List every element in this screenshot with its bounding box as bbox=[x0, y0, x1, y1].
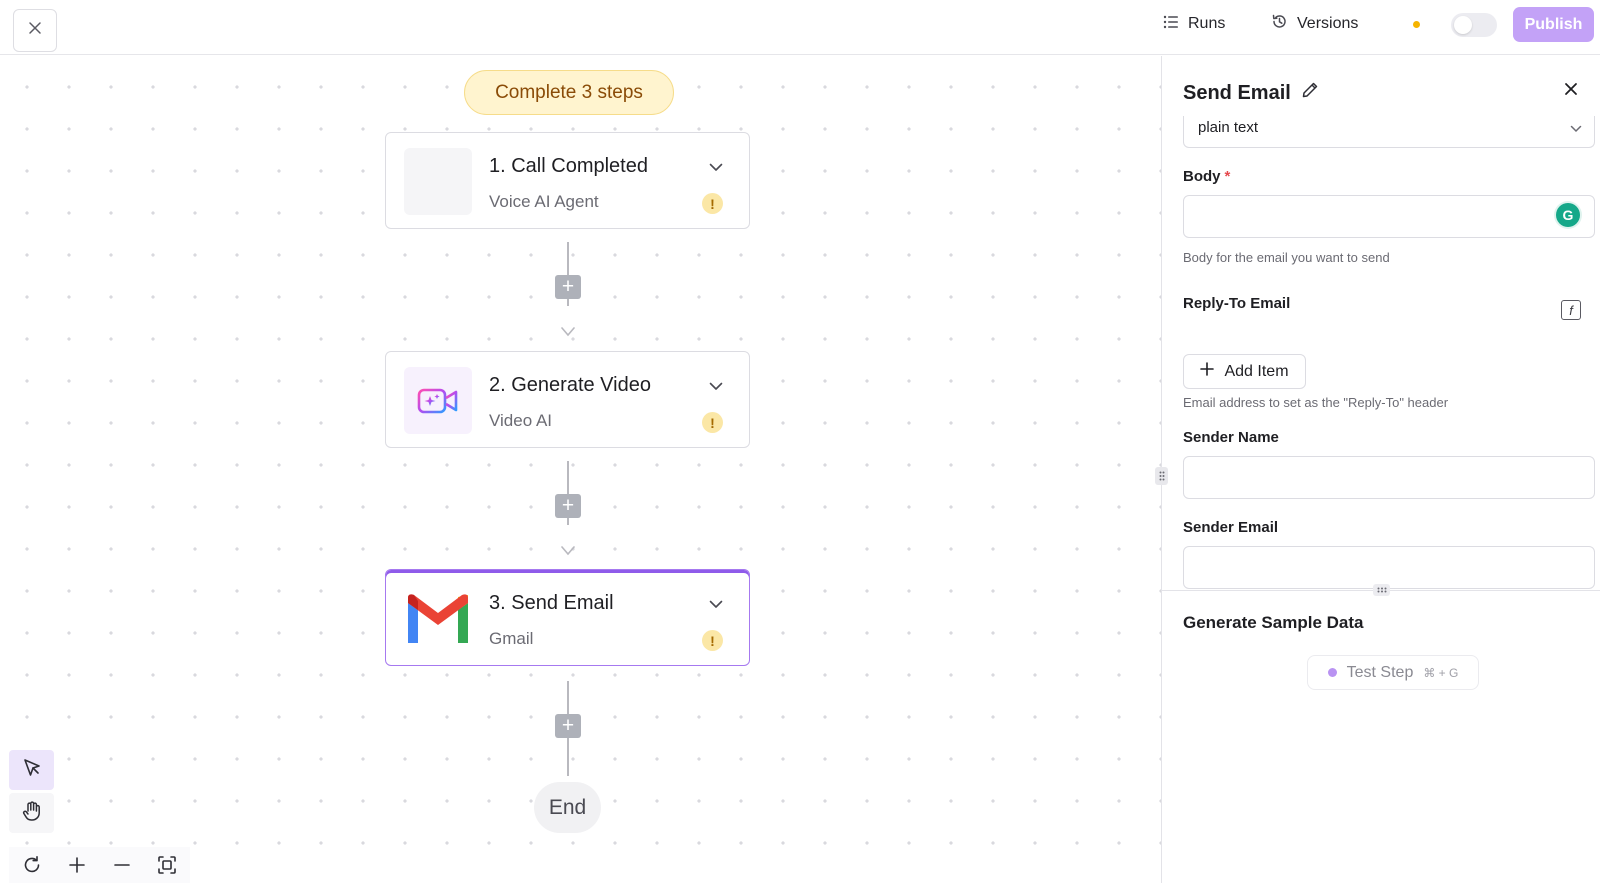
plus-icon bbox=[1200, 362, 1215, 381]
status-dot bbox=[1327, 668, 1337, 677]
versions-button[interactable]: Versions bbox=[1271, 12, 1358, 36]
add-item-label: Add Item bbox=[1224, 362, 1289, 380]
complete-steps-badge[interactable]: Complete 3 steps bbox=[464, 70, 674, 115]
gmail-icon bbox=[404, 585, 472, 652]
body-label: Body * bbox=[1183, 168, 1230, 185]
arrow-down-icon bbox=[561, 543, 575, 561]
step-title: 1. Call Completed bbox=[489, 155, 648, 177]
reply-to-hint: Email address to set as the "Reply-To" h… bbox=[1183, 395, 1449, 410]
add-item-button[interactable]: Add Item bbox=[1183, 354, 1306, 389]
warning-icon: ! bbox=[702, 193, 723, 214]
warning-icon: ! bbox=[702, 630, 723, 651]
zoom-toolbar bbox=[9, 847, 190, 883]
fit-view-icon[interactable] bbox=[151, 849, 183, 881]
cursor-icon bbox=[22, 758, 42, 783]
reply-to-label: Reply-To Email bbox=[1183, 295, 1291, 312]
sender-name-label: Sender Name bbox=[1183, 429, 1279, 446]
add-step-button[interactable]: + bbox=[555, 714, 581, 738]
test-step-label: Test Step bbox=[1346, 663, 1414, 681]
sample-data-title: Generate Sample Data bbox=[1183, 613, 1364, 632]
test-step-shortcut: ⌘ + G bbox=[1423, 665, 1459, 680]
body-label-text: Body bbox=[1183, 168, 1221, 185]
history-icon bbox=[1271, 13, 1288, 35]
reset-view-icon[interactable] bbox=[16, 849, 48, 881]
split-resize-handle[interactable] bbox=[1373, 584, 1390, 596]
step-subtitle: Voice AI Agent bbox=[489, 192, 599, 211]
step-card-send-email[interactable]: 3. Send Email Gmail ! bbox=[385, 569, 750, 666]
toggle-knob bbox=[1454, 16, 1472, 34]
grammarly-icon[interactable]: G bbox=[1556, 203, 1580, 227]
body-hint: Body for the email you want to send bbox=[1183, 250, 1390, 265]
select-tool-button[interactable] bbox=[9, 750, 54, 790]
zoom-out-icon[interactable] bbox=[106, 849, 138, 881]
pan-tool-button[interactable] bbox=[9, 793, 54, 833]
hand-icon bbox=[21, 800, 43, 827]
top-bar: Runs Versions Publish bbox=[0, 0, 1600, 55]
format-select-value: plain text bbox=[1198, 119, 1259, 136]
enable-flow-toggle[interactable] bbox=[1451, 13, 1497, 37]
chevron-down-icon bbox=[1570, 120, 1582, 138]
test-step-button[interactable]: Test Step ⌘ + G bbox=[1307, 655, 1479, 690]
runs-label: Runs bbox=[1188, 15, 1226, 32]
add-step-button[interactable]: + bbox=[555, 275, 581, 299]
arrow-down-icon bbox=[561, 324, 575, 342]
panel-resize-handle[interactable] bbox=[1155, 467, 1168, 485]
unsaved-status-dot bbox=[1413, 21, 1420, 28]
step-card-call-completed[interactable]: 1. Call Completed Voice AI Agent ! bbox=[385, 132, 750, 229]
runs-button[interactable]: Runs bbox=[1163, 12, 1225, 36]
step-card-generate-video[interactable]: 2. Generate Video Video AI ! bbox=[385, 351, 750, 448]
sender-name-field[interactable] bbox=[1183, 456, 1595, 499]
required-mark: * bbox=[1224, 168, 1231, 185]
pencil-icon[interactable] bbox=[1301, 81, 1319, 105]
step-title: 2. Generate Video bbox=[489, 374, 651, 396]
step-settings-panel: Send Email plain text Body * G Body for t… bbox=[1161, 56, 1600, 883]
versions-label: Versions bbox=[1297, 15, 1359, 32]
body-field[interactable]: G bbox=[1183, 195, 1595, 238]
step-title: 3. Send Email bbox=[489, 592, 614, 614]
video-ai-icon bbox=[404, 367, 472, 434]
close-icon bbox=[28, 21, 42, 40]
step-subtitle: Video AI bbox=[489, 411, 553, 430]
panel-title: Send Email bbox=[1183, 81, 1319, 105]
close-panel-icon[interactable] bbox=[1564, 82, 1578, 101]
zoom-in-icon[interactable] bbox=[61, 849, 93, 881]
sender-email-label: Sender Email bbox=[1183, 519, 1279, 536]
format-select[interactable]: plain text bbox=[1183, 116, 1595, 148]
add-step-button[interactable]: + bbox=[555, 494, 581, 518]
publish-button[interactable]: Publish bbox=[1513, 7, 1594, 42]
warning-icon: ! bbox=[702, 412, 723, 433]
panel-title-text: Send Email bbox=[1183, 81, 1291, 104]
close-builder-button[interactable] bbox=[13, 9, 57, 52]
formula-toggle-icon[interactable]: f bbox=[1561, 300, 1581, 320]
step-subtitle: Gmail bbox=[489, 629, 534, 648]
sender-email-field[interactable] bbox=[1183, 546, 1595, 589]
list-icon bbox=[1163, 15, 1179, 34]
chevron-down-icon[interactable] bbox=[709, 159, 723, 177]
end-node: End bbox=[534, 782, 601, 833]
blank-icon bbox=[404, 148, 472, 215]
chevron-down-icon[interactable] bbox=[709, 378, 723, 396]
chevron-down-icon[interactable] bbox=[709, 596, 723, 614]
